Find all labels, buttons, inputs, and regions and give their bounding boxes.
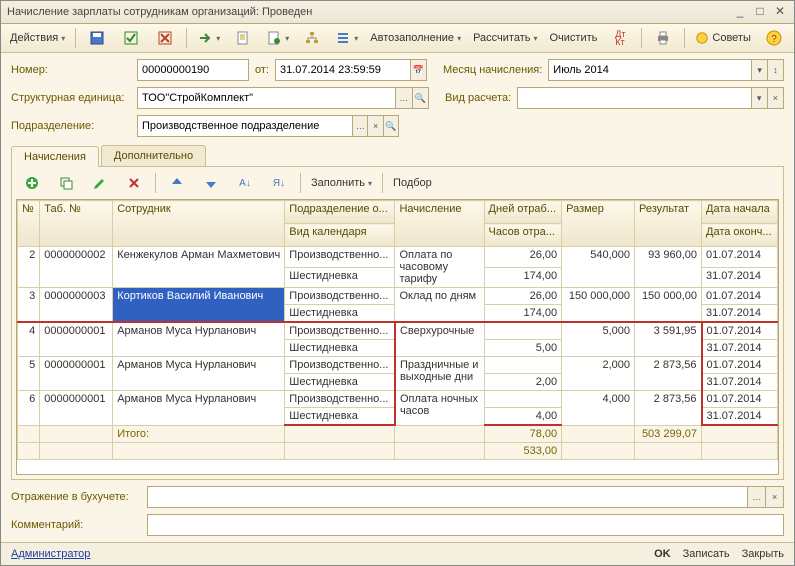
dropdown-icon[interactable]: ▾: [751, 60, 767, 80]
attach-icon[interactable]: [261, 26, 294, 50]
copy-row-icon[interactable]: [50, 171, 82, 195]
titlebar: Начисление зарплаты сотрудникам организа…: [1, 1, 794, 24]
status-bar: Администратор OK Записать Закрыть: [1, 542, 794, 565]
move-up-icon[interactable]: [161, 171, 193, 195]
comment-field[interactable]: [147, 514, 784, 536]
number-label: Номер:: [11, 64, 131, 76]
calculate-menu[interactable]: Рассчитать: [468, 26, 542, 50]
unpost-icon[interactable]: [149, 26, 181, 50]
save-button[interactable]: Записать: [683, 548, 730, 560]
dept-field[interactable]: …×🔍: [137, 115, 399, 137]
clear-button[interactable]: Очистить: [545, 26, 603, 50]
select-icon[interactable]: …: [747, 487, 765, 507]
from-label: от:: [255, 64, 269, 76]
post-icon[interactable]: [115, 26, 147, 50]
dept-label: Подразделение:: [11, 120, 131, 132]
spin-icon[interactable]: ↕: [767, 60, 783, 80]
select-icon[interactable]: …: [395, 88, 411, 108]
comment-label: Комментарий:: [11, 519, 141, 531]
open-icon[interactable]: 🔍: [412, 88, 428, 108]
clear-icon[interactable]: ×: [765, 487, 783, 507]
save-icon[interactable]: [81, 26, 113, 50]
grid-toolbar: A↓ Я↓ Заполнить Подбор: [16, 171, 779, 195]
help-icon[interactable]: ?: [758, 26, 790, 50]
tab-accruals[interactable]: Начисления: [11, 146, 99, 167]
acc-label: Отражение в бухучете:: [11, 491, 141, 503]
ok-button[interactable]: OK: [654, 548, 671, 560]
maximize-button[interactable]: □: [752, 4, 768, 20]
unit-label: Структурная единица:: [11, 92, 131, 104]
unit-field[interactable]: …🔍: [137, 87, 429, 109]
calckind-field[interactable]: ▾×: [517, 87, 784, 109]
move-down-icon[interactable]: [195, 171, 227, 195]
acc-field[interactable]: …×: [147, 486, 784, 508]
dtkt-icon[interactable]: ДтКт: [604, 26, 636, 50]
svg-text:?: ?: [771, 34, 777, 45]
go-icon[interactable]: [192, 26, 225, 50]
tips-button[interactable]: Советы: [690, 26, 755, 50]
main-toolbar: Действия Автозаполнение Рассчитать Очист…: [1, 24, 794, 53]
calckind-label: Вид расчета:: [445, 92, 511, 104]
struct-icon[interactable]: [296, 26, 328, 50]
close-button-footer[interactable]: Закрыть: [742, 548, 784, 560]
print-icon[interactable]: [647, 26, 679, 50]
fill-menu[interactable]: Заполнить: [306, 171, 377, 195]
pick-button[interactable]: Подбор: [388, 171, 437, 195]
doc-icon[interactable]: [227, 26, 259, 50]
minimize-button[interactable]: _: [732, 4, 748, 20]
select-icon[interactable]: …: [352, 116, 367, 136]
month-field[interactable]: ▾↕: [548, 59, 784, 81]
clear-icon[interactable]: ×: [367, 116, 382, 136]
close-button[interactable]: ✕: [772, 4, 788, 20]
number-field[interactable]: [137, 59, 249, 81]
window-title: Начисление зарплаты сотрудникам организа…: [7, 6, 312, 18]
edit-row-icon[interactable]: [84, 171, 116, 195]
tab-additional[interactable]: Дополнительно: [101, 145, 206, 166]
sort-asc-icon[interactable]: A↓: [229, 171, 261, 195]
clear-icon[interactable]: ×: [767, 88, 783, 108]
delete-row-icon[interactable]: [118, 171, 150, 195]
tabs: Начисления Дополнительно: [11, 145, 784, 167]
calendar-icon[interactable]: 📅: [410, 60, 426, 80]
autofill-menu[interactable]: Автозаполнение: [365, 26, 466, 50]
open-icon[interactable]: 🔍: [383, 116, 398, 136]
dropdown-icon[interactable]: ▾: [751, 88, 767, 108]
date-field[interactable]: 📅: [275, 59, 427, 81]
list-icon[interactable]: [330, 26, 363, 50]
sort-desc-icon[interactable]: Я↓: [263, 171, 295, 195]
accruals-grid[interactable]: № Таб. № Сотрудник Подразделение о... На…: [16, 199, 779, 475]
actions-menu[interactable]: Действия: [5, 26, 70, 50]
user-link[interactable]: Администратор: [11, 548, 90, 560]
add-row-icon[interactable]: [16, 171, 48, 195]
month-label: Месяц начисления:: [443, 64, 542, 76]
